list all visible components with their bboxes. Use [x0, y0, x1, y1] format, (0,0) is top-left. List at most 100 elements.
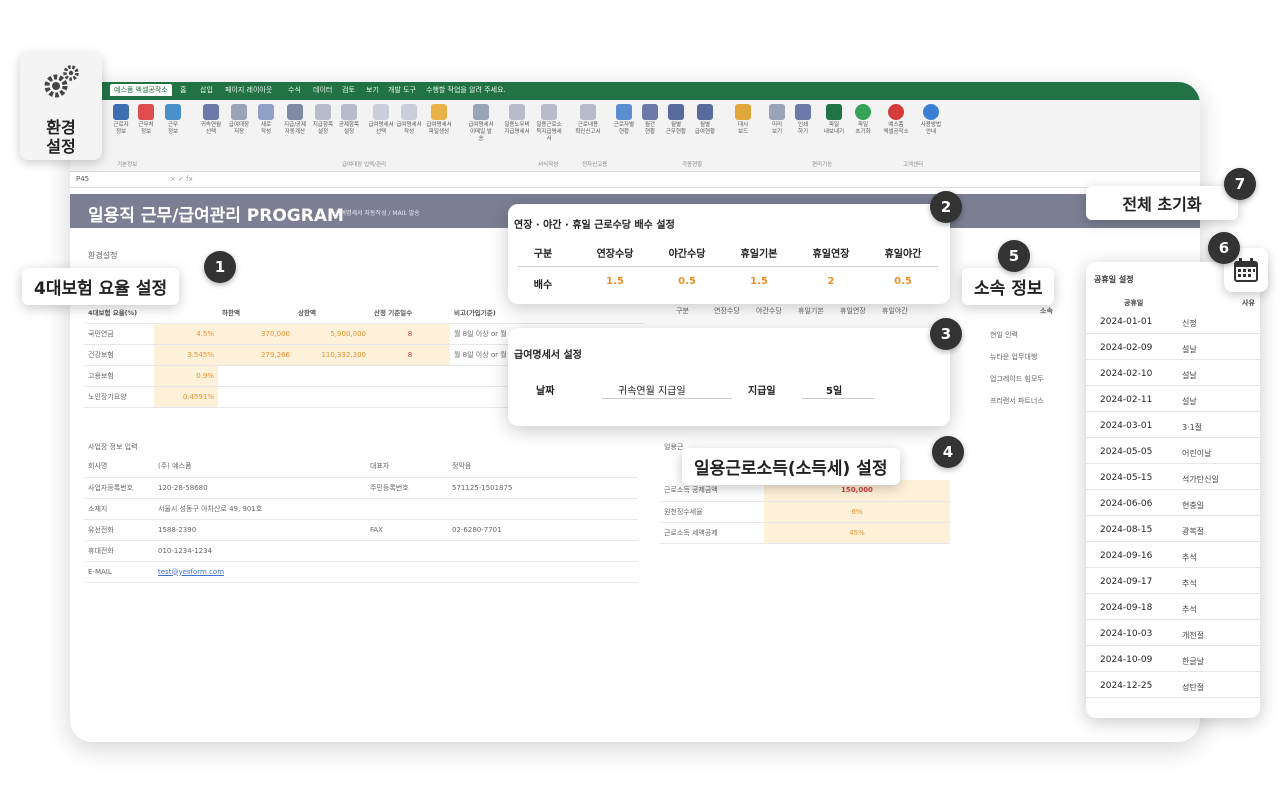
chart-icon	[735, 104, 751, 120]
table-header: 4대보험 요율(%) 하한액 상한액 산정 기준일수 비고(가입기준)	[84, 302, 644, 324]
btn-auto-calc[interactable]: 지급/공제 자동계산	[282, 104, 308, 136]
btn-export[interactable]: 파일 내보내기	[821, 104, 847, 136]
btn-deduct-items[interactable]: 공제항목 설정	[336, 104, 362, 136]
btn-daily-labor[interactable]: 일용노무비 지급명세서	[504, 104, 530, 136]
overtime-multiplier[interactable]: 1.5	[584, 276, 646, 287]
btn-monthly-work[interactable]: 월별 근무현황	[663, 104, 689, 136]
search-icon	[616, 104, 632, 120]
btn-save-payroll[interactable]: 급여대장 저장	[226, 104, 252, 136]
badge-4: 4	[932, 436, 964, 468]
btn-workplace-info[interactable]: 근무처 정보	[133, 104, 159, 136]
excel-icon	[826, 104, 842, 120]
edit-doc-icon	[315, 104, 331, 120]
holiday-row[interactable]: 2024-08-15 광복절	[1086, 518, 1260, 542]
tab-view[interactable]: 보기	[366, 85, 379, 95]
btn-daily-income[interactable]: 일용근로소 득지급명세서	[536, 104, 562, 143]
payslip-settings-card: 급여명세서 설정 날짜 귀속연월 지급일 지급일 5일	[508, 328, 950, 426]
tab-developer[interactable]: 개발 도구	[388, 85, 416, 95]
holiday-row[interactable]: 2024-10-09 한글날	[1086, 648, 1260, 672]
group-payroll: 급여대장 입력/관리	[342, 162, 387, 168]
btn-payslip-select[interactable]: 급여명세서 선택	[368, 104, 394, 136]
tell-me-search[interactable]: 수행할 작업을 알려 주세요.	[426, 85, 506, 95]
holiday-row[interactable]: 2024-10-03 개천절	[1086, 622, 1260, 646]
table-row: 근로소득 세액공제 45%	[660, 522, 950, 544]
holiday-overtime-multiplier[interactable]: 2	[800, 276, 862, 287]
holiday-date: 2024-10-03	[1100, 629, 1153, 639]
tab-yesform[interactable]: 예스폼 엑셀공작소	[110, 84, 172, 96]
holiday-row[interactable]: 2024-02-09 설날	[1086, 336, 1260, 360]
holiday-reason: 한글날	[1182, 657, 1205, 666]
btn-worker-status[interactable]: 근로자별 현황	[611, 104, 637, 136]
edit-doc-icon	[341, 104, 357, 120]
btn-reset-file[interactable]: 파일 초기화	[850, 104, 876, 136]
holiday-date: 2024-03-01	[1100, 421, 1153, 431]
btn-yesform[interactable]: 예스폼 엑셀공작소	[883, 104, 909, 136]
holiday-row[interactable]: 2024-06-06 현충일	[1086, 492, 1260, 516]
list-item: 프리랜서 파트너스	[990, 397, 1044, 405]
holiday-card-title: 공휴일 설정	[1094, 275, 1134, 284]
badge-5: 5	[998, 240, 1030, 272]
env-settings-button[interactable]: 환경 설정	[20, 52, 102, 160]
btn-monthly[interactable]: 월간 현황	[637, 104, 663, 136]
affiliation-list: 소속 현일 인력 뉴타운 업무대행 업그레이드 힘모두 프리랜서 파트너스	[990, 307, 1053, 405]
btn-work-report[interactable]: 근로내용 확인신고서	[575, 104, 601, 136]
group-basic: 기본정보	[117, 162, 138, 168]
holiday-row[interactable]: 2024-09-18 추석	[1086, 596, 1260, 620]
tab-page-layout[interactable]: 페이지 레이아웃	[225, 85, 272, 95]
program-subtitle: 급여명세서 자동작성 / MAIL 발송	[335, 210, 420, 217]
group-efile: 전자신고용	[582, 162, 608, 168]
holiday-reason: 신정	[1182, 319, 1197, 328]
btn-pay-items[interactable]: 지급항목 설정	[310, 104, 336, 136]
btn-payslip-file[interactable]: 급여명세서 파일생성	[426, 104, 452, 136]
holiday-row[interactable]: 2024-05-15 석가탄신일	[1086, 466, 1260, 490]
holiday-row[interactable]: 2024-01-01 신정	[1086, 310, 1260, 334]
holiday-row[interactable]: 2024-02-11 설날	[1086, 388, 1260, 412]
holiday-reason: 추석	[1182, 605, 1197, 614]
badge-7: 7	[1224, 168, 1256, 200]
holiday-date: 2024-02-09	[1100, 343, 1153, 353]
mail-icon	[473, 104, 489, 120]
holiday-reason: 설날	[1182, 371, 1197, 380]
doc-icon	[509, 104, 525, 120]
holiday-row[interactable]: 2024-12-25 성탄절	[1086, 674, 1260, 698]
holiday-date: 2024-08-15	[1100, 525, 1153, 535]
holiday-row[interactable]: 2024-05-05 어린이날	[1086, 440, 1260, 464]
btn-preview[interactable]: 미리 보기	[764, 104, 790, 136]
btn-work-info[interactable]: 근무 정보	[160, 104, 186, 136]
pay-day-input[interactable]: 5일	[826, 382, 842, 397]
btn-select-month[interactable]: 귀속연월 선택	[198, 104, 224, 136]
btn-dashboard[interactable]: 대시 보드	[730, 104, 756, 136]
btn-print[interactable]: 인쇄 하기	[790, 104, 816, 136]
tab-data[interactable]: 데이터	[313, 85, 332, 95]
reset-all-button[interactable]: 전체 초기화	[1086, 186, 1238, 220]
btn-monthly-pay[interactable]: 월별 급여현황	[692, 104, 718, 136]
holiday-base-multiplier[interactable]: 1.5	[728, 276, 790, 287]
badge-1: 1	[204, 251, 236, 283]
tab-insert[interactable]: 삽입	[200, 85, 213, 95]
tab-home[interactable]: 홈	[180, 85, 186, 95]
tab-review[interactable]: 검토	[342, 85, 355, 95]
holiday-row[interactable]: 2024-03-01 3·1절	[1086, 414, 1260, 438]
holiday-night-multiplier[interactable]: 0.5	[872, 276, 934, 287]
btn-help[interactable]: 사용방법 안내	[918, 104, 944, 136]
divider	[518, 266, 938, 267]
date-basis-select[interactable]: 귀속연월 지급일	[618, 382, 686, 397]
holiday-row[interactable]: 2024-09-16 추석	[1086, 544, 1260, 568]
tab-formulas[interactable]: 수식	[288, 85, 301, 95]
night-multiplier[interactable]: 0.5	[656, 276, 718, 287]
btn-new[interactable]: 새로 작성	[253, 104, 279, 136]
bg-multiplier-header: 구분 연장수당 야간수당 휴일기본 휴일연장 휴일야간	[676, 307, 908, 315]
btn-worker-info[interactable]: 근로자 정보	[108, 104, 134, 136]
holiday-row[interactable]: 2024-02-10 설날	[1086, 362, 1260, 386]
flag-icon	[138, 104, 154, 120]
holiday-settings-card: 공휴일 설정 공휴일 사유 2024-01-01 신정 2024-02-09 설날 20…	[1086, 262, 1260, 718]
holiday-reason: 추석	[1182, 553, 1197, 562]
btn-payslip-email[interactable]: 급여명세서 이메일 발송	[468, 104, 494, 143]
badge-3: 3	[930, 318, 962, 350]
name-box[interactable]: P45	[76, 175, 146, 183]
btn-payslip-write[interactable]: 급여명세서 작성	[396, 104, 422, 136]
badge-6: 6	[1208, 232, 1240, 264]
holiday-row[interactable]: 2024-09-17 추석	[1086, 570, 1260, 594]
email-link[interactable]: test@yesform.com	[154, 561, 366, 583]
cursor-icon	[373, 104, 389, 120]
